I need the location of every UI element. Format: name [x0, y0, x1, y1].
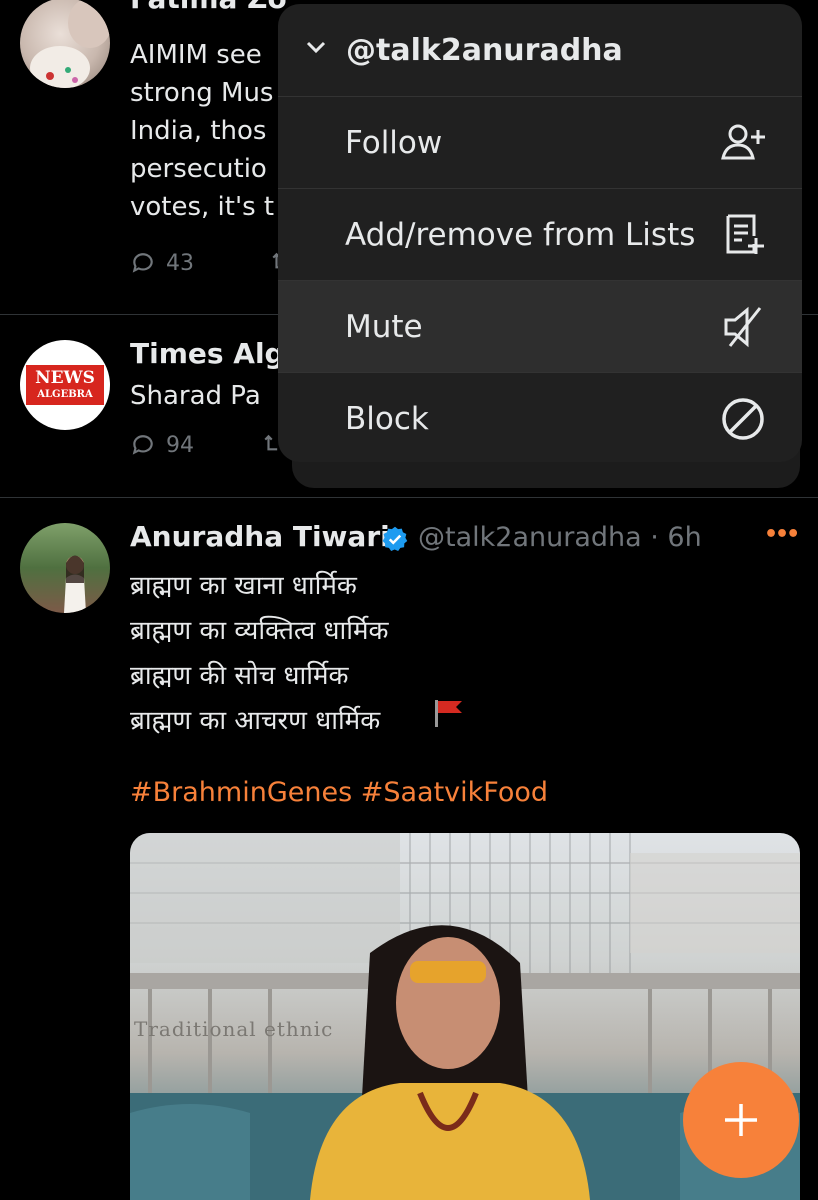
author-name[interactable]: Fatima Zo	[130, 0, 287, 15]
reply-count: 43	[166, 250, 194, 276]
reply-count: 94	[166, 432, 194, 458]
list-add-icon	[726, 214, 764, 254]
news-algebra-logo: NEWS ALGEBRA	[26, 365, 104, 405]
menu-item-label: Mute	[345, 308, 423, 345]
menu-item-label: Add/remove from Lists	[345, 216, 696, 253]
reply-icon	[132, 435, 153, 455]
menu-item-label: Follow	[345, 124, 443, 161]
hashtags[interactable]: #BrahminGenes #SaatvikFood	[130, 777, 548, 808]
avatar[interactable]	[20, 0, 110, 88]
menu-item-block[interactable]: Block	[278, 373, 802, 462]
menu-header[interactable]: @talk2anuradha	[278, 4, 802, 97]
separator-dot: ·	[641, 522, 668, 553]
reply-action[interactable]: 43	[130, 250, 194, 276]
tweet-text: Sharad Pa	[130, 381, 261, 411]
logo-text-top: NEWS	[35, 368, 95, 388]
reply-action[interactable]: 94	[130, 432, 194, 458]
menu-item-mute[interactable]: Mute	[278, 281, 802, 373]
author-name[interactable]: Times Alg	[130, 337, 285, 370]
tweet-text: ब्राह्मण का खाना धार्मिक ब्राह्मण का व्य…	[130, 571, 389, 736]
red-flag-icon	[435, 700, 462, 727]
tweet-time[interactable]: 6h	[667, 522, 701, 553]
menu-item-label: Block	[345, 400, 429, 437]
avatar[interactable]: NEWS ALGEBRA	[20, 340, 110, 430]
chevron-down-icon[interactable]	[304, 35, 338, 65]
avatar-image	[64, 555, 86, 613]
menu-title: @talk2anuradha	[346, 32, 623, 68]
logo-text-bottom: ALGEBRA	[37, 389, 93, 400]
menu-item-lists[interactable]: Add/remove from Lists	[278, 189, 802, 281]
avatar[interactable]	[20, 523, 110, 613]
compose-button[interactable]	[683, 1062, 799, 1178]
user-actions-menu: @talk2anuradha Follow Add/remove from Li…	[278, 4, 802, 462]
image-caption: Traditional ethnic	[134, 1017, 334, 1041]
plus-icon	[725, 1104, 757, 1136]
reply-icon	[132, 253, 153, 273]
follow-icon	[721, 124, 765, 159]
more-options-icon[interactable]: •••	[764, 522, 800, 547]
author-handle-line: @talk2anuradha · 6h	[418, 522, 702, 553]
author-handle[interactable]: @talk2anuradha	[418, 522, 642, 553]
verified-badge-icon	[382, 526, 408, 552]
block-icon	[722, 397, 764, 440]
avatar-image	[30, 0, 110, 88]
menu-item-follow[interactable]: Follow	[278, 97, 802, 189]
mute-icon	[724, 306, 762, 347]
tweet-text: AIMIM see strong Mus India, thos persecu…	[130, 40, 275, 222]
author-name[interactable]: Anuradha Tiwari	[130, 520, 390, 553]
